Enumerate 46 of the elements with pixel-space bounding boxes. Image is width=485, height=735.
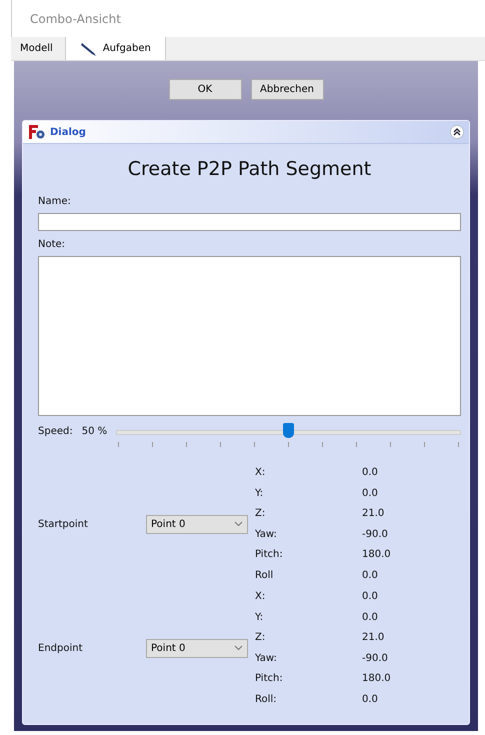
coordinate-label: Yaw:: [255, 652, 278, 665]
coordinate-label: Roll:: [255, 692, 278, 706]
pencil-icon: [80, 40, 98, 56]
coordinate-value: 0.0: [362, 466, 379, 480]
coordinate-label: Roll: [255, 568, 274, 582]
coordinate-value: 21.0: [362, 507, 386, 520]
speed-label: Speed:: [38, 426, 73, 437]
coordinate-value: 0.0: [362, 486, 379, 500]
chevron-down-icon: [234, 645, 243, 651]
note-field[interactable]: [38, 256, 461, 416]
coordinate-value: 0.0: [362, 568, 379, 582]
point-dropdown[interactable]: Point 0: [146, 514, 248, 534]
dialog-title: Dialog: [50, 126, 86, 138]
speed-slider[interactable]: [116, 426, 461, 448]
coordinate-label: Y:: [255, 610, 264, 624]
name-field[interactable]: [38, 213, 461, 231]
window-title: Combo-Ansicht: [30, 12, 121, 26]
coordinate-label: Z:: [255, 507, 266, 520]
point-label: Endpoint: [38, 642, 84, 654]
coordinate-value: 0.0: [362, 610, 379, 624]
coordinate-value: -90.0: [362, 652, 389, 665]
point-dropdown[interactable]: Point 0: [146, 638, 248, 658]
coordinate-value: 0.0: [362, 692, 379, 706]
app-gear-icon: [28, 124, 46, 140]
dialog-button[interactable]: Abbrechen: [250, 79, 324, 100]
name-label: Name:: [38, 196, 72, 207]
coordinate-label: Pitch:: [255, 672, 284, 686]
coordinate-label: Y:: [255, 486, 264, 500]
coordinate-value: -90.0: [362, 528, 389, 541]
coordinate-value: 21.0: [362, 631, 386, 644]
note-label: Note:: [38, 239, 66, 250]
chevron-down-icon: [234, 521, 243, 527]
dialog-button[interactable]: OK: [168, 79, 242, 100]
point-label: Startpoint: [38, 518, 89, 530]
speed-reading: 50 %: [82, 426, 108, 437]
coordinate-value: 0.0: [362, 590, 379, 604]
tab[interactable]: Aufgaben: [66, 37, 166, 60]
coordinate-label: X:: [255, 590, 266, 604]
collapse-icon[interactable]: [450, 125, 464, 139]
dialog-heading: Create P2P Path Segment: [126, 158, 372, 180]
coordinate-label: Z:: [255, 631, 266, 644]
coordinate-label: Pitch:: [255, 548, 284, 562]
coordinate-value: 180.0: [362, 548, 392, 562]
coordinate-label: X:: [255, 466, 266, 480]
coordinate-label: Yaw:: [255, 528, 278, 541]
coordinate-value: 180.0: [362, 672, 392, 686]
